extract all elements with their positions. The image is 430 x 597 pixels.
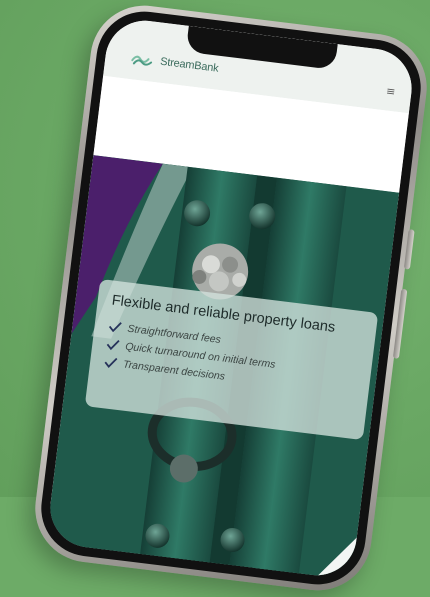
checkmark-icon bbox=[104, 357, 118, 368]
checkmark-icon bbox=[108, 322, 122, 333]
checkmark-icon bbox=[106, 340, 120, 351]
brand-logo[interactable]: StreamBank bbox=[131, 51, 220, 76]
stream-wave-icon bbox=[131, 55, 153, 66]
hero-section: Flexible and reliable property loans Str… bbox=[45, 155, 400, 580]
phone-screen: StreamBank ≡ Flexible and reliable prope… bbox=[45, 16, 417, 580]
hamburger-menu-icon[interactable]: ≡ bbox=[385, 84, 396, 98]
phone-bezel: StreamBank ≡ Flexible and reliable prope… bbox=[35, 6, 427, 590]
brand-name: StreamBank bbox=[159, 55, 220, 75]
phone-mockup: StreamBank ≡ Flexible and reliable prope… bbox=[29, 0, 430, 597]
